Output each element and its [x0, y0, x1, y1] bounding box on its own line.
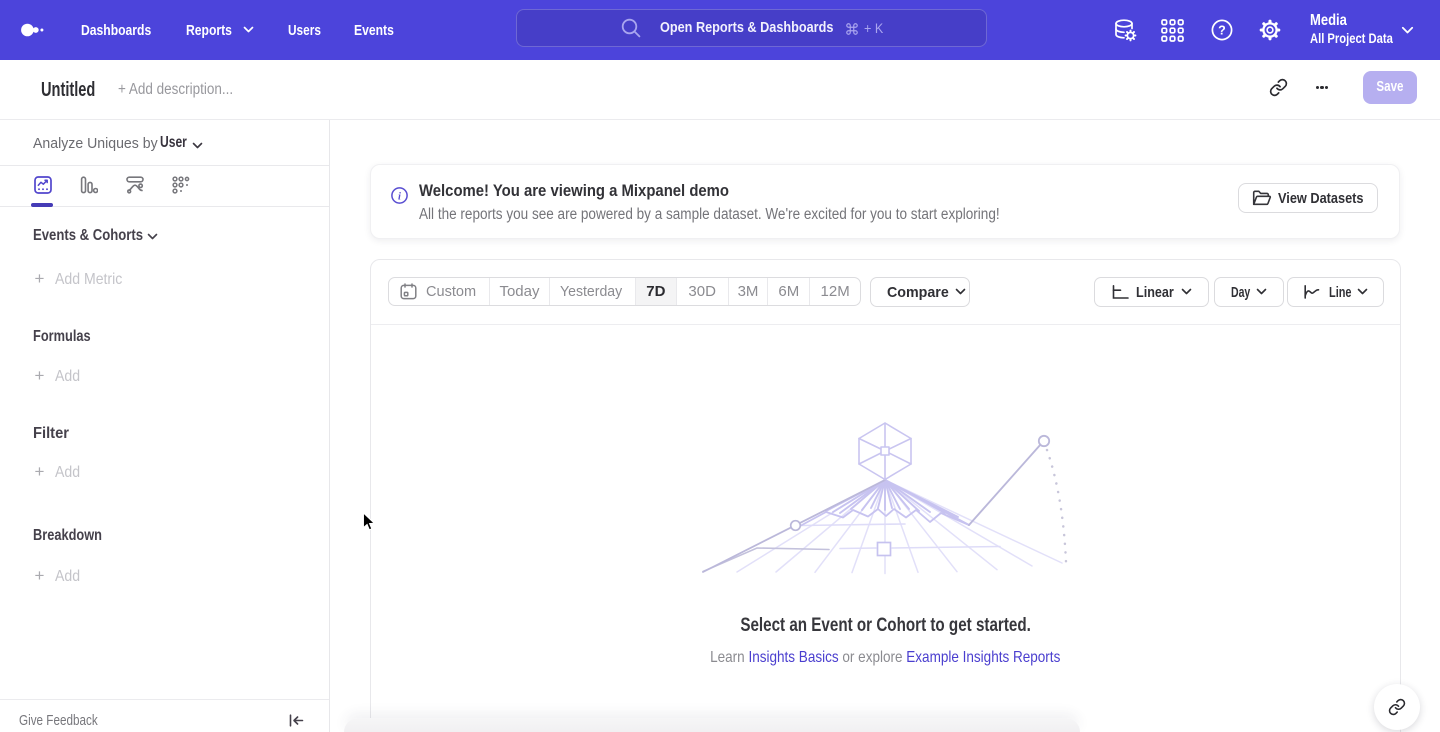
- svg-text:?: ?: [1218, 23, 1226, 37]
- svg-text:i: i: [398, 191, 401, 202]
